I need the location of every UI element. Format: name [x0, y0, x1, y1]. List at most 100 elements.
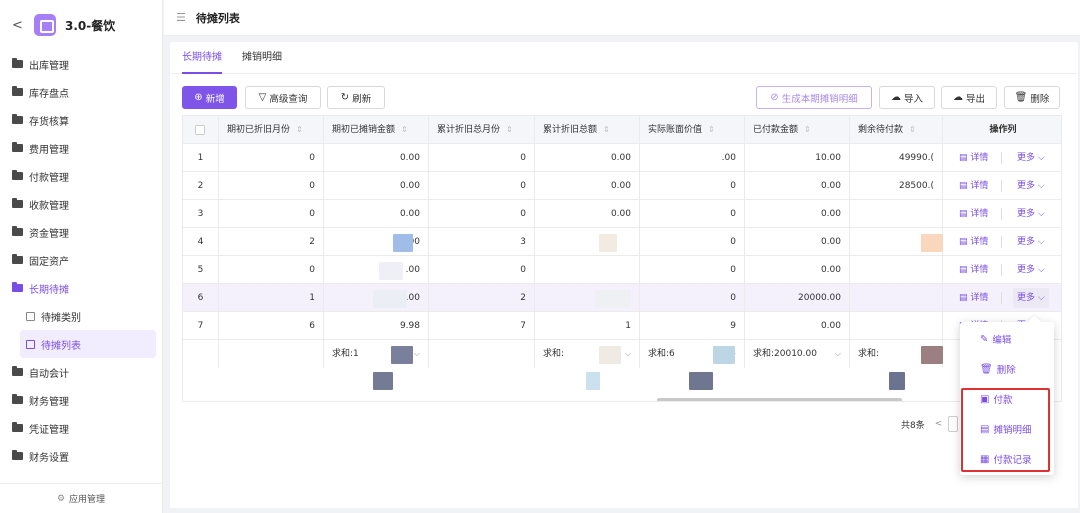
more-dropdown-button[interactable]: 更多 ⌵	[1017, 228, 1045, 256]
table-row[interactable]: 769.987190.00▤ 详情更多 ⌵	[183, 312, 1061, 340]
menu-item-delete[interactable]: 🗑 删除	[980, 362, 1016, 377]
col-header[interactable]: 期初已摊销金额 ⇕	[324, 116, 429, 144]
detail-link[interactable]: ▤ 详情	[959, 228, 988, 256]
cloud-upload-icon: ☁	[890, 92, 901, 103]
more-dropdown-button[interactable]: 更多 ⌵	[1017, 200, 1045, 228]
menu-item-edit[interactable]: ✎ 编辑	[980, 332, 1011, 347]
toolbar: ⊕ 新增 ▽ 高级查询 ↻ 刷新 ⊘ 生成本期摊销明细 ☁ 导入 ☁ 导出 🗑 删除	[182, 86, 1063, 110]
folder-icon	[12, 86, 23, 96]
sidebar-item[interactable]: 付款管理	[0, 162, 162, 190]
redacted-patch	[393, 234, 413, 252]
sidebar-item[interactable]: 存货核算	[0, 106, 162, 134]
action-cell: ▤ 详情 更多 ⌵	[943, 144, 1061, 172]
table-cell: 0.00	[324, 172, 429, 200]
table-cell: 2	[429, 284, 535, 312]
col-header-actions: 操作列	[989, 125, 1017, 135]
sidebar-item-label: 收款管理	[29, 200, 69, 212]
generate-amortization-button[interactable]: ⊘ 生成本期摊销明细	[756, 86, 872, 109]
folder-icon	[12, 422, 23, 432]
sidebar-item[interactable]: 凭证管理	[0, 414, 162, 442]
select-all-checkbox[interactable]	[183, 116, 219, 144]
table-row[interactable]: 1 0 0.00 0 0.00.00 10.00 49990.(▤ 详情 更多 ⌵	[183, 144, 1061, 172]
new-button[interactable]: ⊕ 新增	[182, 86, 237, 109]
sidebar-item[interactable]: 库存盘点	[0, 78, 162, 106]
col-header[interactable]: 累计折旧总额 ⇕	[535, 116, 640, 144]
redacted-patch	[921, 234, 943, 252]
detail-link[interactable]: ▤ 详情	[959, 200, 988, 228]
sum-cell[interactable]: 求和:⌵	[535, 340, 640, 368]
tab-long-term-prepaid[interactable]: 长期待摊	[182, 42, 222, 74]
folder-icon	[12, 114, 23, 124]
table-cell	[535, 256, 640, 284]
app-management-button[interactable]: ⚙ 应用管理	[0, 483, 162, 513]
sidebar-item[interactable]: 出库管理	[0, 50, 162, 78]
more-dropdown-button[interactable]: 更多 ⌵	[1017, 256, 1045, 284]
table-cell: 7	[183, 312, 219, 340]
table-cell: 5	[183, 256, 219, 284]
sidebar-item[interactable]: 财务管理	[0, 386, 162, 414]
chevron-left-icon[interactable]: <	[12, 18, 28, 33]
sidebar-item-label: 资金管理	[29, 228, 69, 240]
prev-page-icon[interactable]: <	[935, 419, 943, 429]
table-cell: 0	[640, 200, 745, 228]
folder-icon	[12, 450, 23, 460]
new-label: 新增	[205, 93, 225, 105]
sidebar-item[interactable]: 待摊列表	[20, 330, 156, 358]
sidebar-item-label: 费用管理	[29, 144, 69, 156]
horizontal-scrollbar[interactable]	[657, 398, 902, 401]
table-row[interactable]: 3 0 0.00 0 0.00 0 0.00 ▤ 详情 更多 ⌵	[183, 200, 1061, 228]
table-header: 期初已折旧月份 ⇕ 期初已摊销金额 ⇕ 累计折旧总月份 ⇕ 累计折旧总额 ⇕ 实际账面价…	[183, 116, 1061, 144]
page-number-button[interactable]	[948, 416, 959, 432]
col-header[interactable]: 累计折旧总月份 ⇕	[429, 116, 535, 144]
refresh-button[interactable]: ↻ 刷新	[327, 86, 385, 109]
divider	[1001, 180, 1002, 192]
sum-empty	[219, 340, 324, 368]
table-row[interactable]: 5 0.00 0 0 0.00 ▤ 详情 更多 ⌵	[183, 256, 1061, 284]
tab-amortization-detail[interactable]: 摊销明细	[242, 42, 282, 74]
list-icon[interactable]: ☰	[176, 11, 186, 24]
table-cell: 0.00	[535, 172, 640, 200]
table-cell: 0.00	[745, 200, 850, 228]
sidebar-item-label: 库存盘点	[29, 88, 69, 100]
sum-cell[interactable]: 求和:1 ⌵	[324, 340, 429, 368]
detail-link[interactable]: ▤ 详情	[959, 172, 988, 200]
sidebar-item[interactable]: 收款管理	[0, 190, 162, 218]
table-cell: .00	[324, 228, 429, 256]
col-header[interactable]: 实际账面价值 ⇕	[640, 116, 745, 144]
sidebar-item[interactable]: 资金管理	[0, 218, 162, 246]
sidebar-item[interactable]: 待摊类别	[0, 302, 162, 330]
folder-icon	[12, 58, 23, 68]
sidebar-item[interactable]: 长期待摊	[0, 274, 162, 302]
refresh-icon: ↻	[340, 92, 350, 103]
more-dropdown-button[interactable]: 更多 ⌵	[1013, 288, 1049, 308]
import-button[interactable]: ☁ 导入	[879, 86, 935, 109]
detail-link[interactable]: ▤ 详情	[959, 144, 988, 172]
more-dropdown-button[interactable]: 更多 ⌵	[1017, 144, 1045, 172]
action-cell: ▤ 详情 更多 ⌵	[943, 172, 1061, 200]
action-cell: ▤ 详情 更多 ⌵	[943, 284, 1061, 312]
col-header[interactable]: 期初已折旧月份 ⇕	[219, 116, 324, 144]
sidebar-item[interactable]: 财务设置	[0, 442, 162, 470]
folder-icon	[12, 198, 23, 208]
sidebar-item[interactable]: 费用管理	[0, 134, 162, 162]
table-cell: 0.00	[745, 172, 850, 200]
col-header[interactable]: 剩余待付款 ⇕	[850, 116, 943, 144]
col-header[interactable]: 已付款金额 ⇕	[745, 116, 850, 144]
sidebar-item[interactable]: 固定资产	[0, 246, 162, 274]
table-row[interactable]: 2 0 0.00 0 0.00 0 0.00 28500.(▤ 详情 更多 ⌵	[183, 172, 1061, 200]
divider	[1001, 152, 1002, 164]
detail-link[interactable]: ▤ 详情	[959, 256, 988, 284]
detail-link[interactable]: ▤ 详情	[959, 284, 988, 312]
advanced-search-button[interactable]: ▽ 高级查询	[245, 86, 321, 109]
sidebar-item-label: 出库管理	[29, 60, 69, 72]
delete-button[interactable]: 🗑 删除	[1004, 86, 1060, 109]
redacted-patch	[379, 262, 403, 280]
sidebar-item-label: 长期待摊	[29, 284, 69, 296]
more-dropdown-button[interactable]: 更多 ⌵	[1017, 172, 1045, 200]
sort-icon: ⇕	[804, 125, 811, 134]
sum-cell[interactable]: 求和:20010.00 ⌵	[745, 340, 850, 368]
sidebar-item[interactable]: 自动会计	[0, 358, 162, 386]
export-button[interactable]: ☁ 导出	[941, 86, 997, 109]
divider	[1001, 292, 1002, 304]
redacted-patch	[391, 346, 413, 364]
